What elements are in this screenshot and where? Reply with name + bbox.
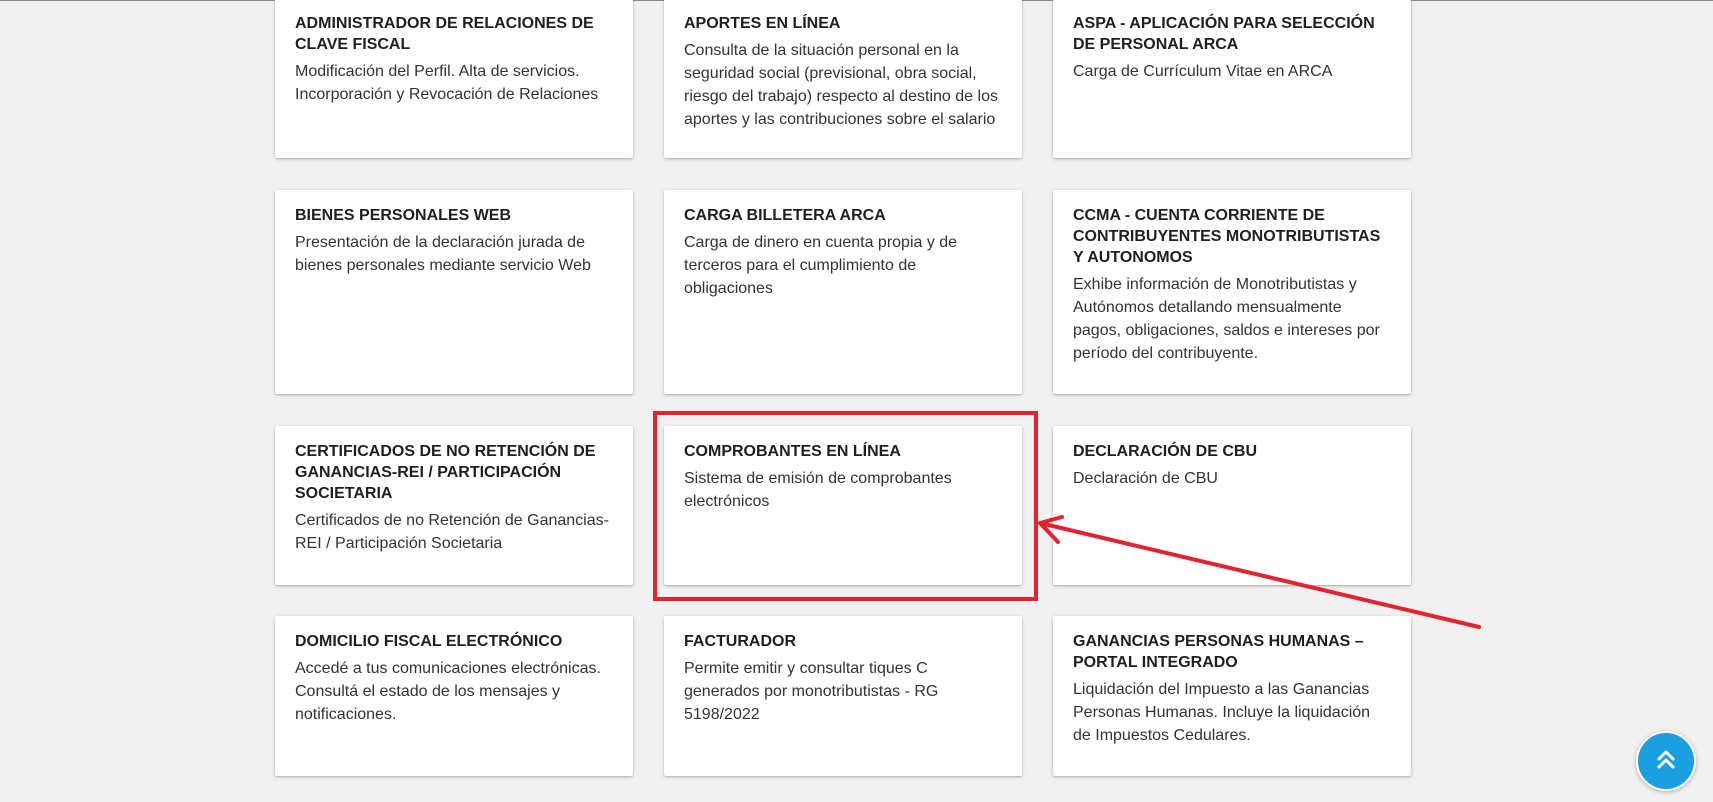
card-title: CERTIFICADOS DE NO RETENCIÓN DE GANANCIA… bbox=[295, 443, 596, 502]
card-aportes-en-linea[interactable]: APORTES EN LÍNEA Consulta de la situació… bbox=[664, 0, 1022, 158]
card-comprobantes-en-linea[interactable]: COMPROBANTES EN LÍNEA Sistema de emisión… bbox=[664, 426, 1022, 585]
card-description: Consulta de la situación personal en la … bbox=[684, 42, 998, 128]
card-administrador-relaciones[interactable]: ADMINISTRADOR DE RELACIONES DE CLAVE FIS… bbox=[275, 0, 633, 158]
card-description: Accedé a tus comunicaciones electrónicas… bbox=[295, 660, 601, 723]
card-title: FACTURADOR bbox=[684, 633, 796, 650]
card-domicilio-fiscal-electronico[interactable]: DOMICILIO FISCAL ELECTRÓNICO Accedé a tu… bbox=[275, 616, 633, 776]
card-description: Declaración de CBU bbox=[1073, 470, 1218, 487]
card-description: Presentación de la declaración jurada de… bbox=[295, 234, 591, 274]
card-bienes-personales-web[interactable]: BIENES PERSONALES WEB Presentación de la… bbox=[275, 190, 633, 394]
card-description: Carga de dinero en cuenta propia y de te… bbox=[684, 234, 958, 297]
card-title: ADMINISTRADOR DE RELACIONES DE CLAVE FIS… bbox=[295, 15, 594, 53]
card-description: Modificación del Perfil. Alta de servici… bbox=[295, 63, 599, 103]
card-declaracion-cbu[interactable]: DECLARACIÓN DE CBU Declaración de CBU bbox=[1053, 426, 1411, 585]
scroll-to-top-button[interactable] bbox=[1636, 731, 1696, 791]
card-title: COMPROBANTES EN LÍNEA bbox=[684, 443, 901, 460]
card-certificados-no-retencion[interactable]: CERTIFICADOS DE NO RETENCIÓN DE GANANCIA… bbox=[275, 426, 633, 585]
services-grid: ADMINISTRADOR DE RELACIONES DE CLAVE FIS… bbox=[0, 0, 1713, 802]
card-title: ASPA - APLICACIÓN PARA SELECCIÓN DE PERS… bbox=[1073, 15, 1375, 53]
card-aspa[interactable]: ASPA - APLICACIÓN PARA SELECCIÓN DE PERS… bbox=[1053, 0, 1411, 158]
card-description: Liquidación del Impuesto a las Ganancias… bbox=[1073, 681, 1371, 744]
card-title: CCMA - CUENTA CORRIENTE DE CONTRIBUYENTE… bbox=[1073, 207, 1381, 266]
card-title: DOMICILIO FISCAL ELECTRÓNICO bbox=[295, 633, 563, 650]
card-ccma[interactable]: CCMA - CUENTA CORRIENTE DE CONTRIBUYENTE… bbox=[1053, 190, 1411, 394]
card-description: Permite emitir y consultar tiques C gene… bbox=[684, 660, 939, 723]
card-title: BIENES PERSONALES WEB bbox=[295, 207, 512, 224]
card-carga-billetera-arca[interactable]: CARGA BILLETERA ARCA Carga de dinero en … bbox=[664, 190, 1022, 394]
card-description: Sistema de emisión de comprobantes elect… bbox=[684, 470, 952, 510]
card-facturador[interactable]: FACTURADOR Permite emitir y consultar ti… bbox=[664, 616, 1022, 776]
card-title: CARGA BILLETERA ARCA bbox=[684, 207, 886, 224]
card-title: APORTES EN LÍNEA bbox=[684, 15, 841, 32]
card-title: DECLARACIÓN DE CBU bbox=[1073, 443, 1257, 460]
double-chevron-up-icon bbox=[1654, 747, 1678, 776]
card-title: GANANCIAS PERSONAS HUMANAS – PORTAL INTE… bbox=[1073, 633, 1364, 671]
card-description: Certificados de no Retención de Ganancia… bbox=[295, 512, 609, 552]
card-ganancias-personas-humanas[interactable]: GANANCIAS PERSONAS HUMANAS – PORTAL INTE… bbox=[1053, 616, 1411, 776]
card-description: Exhibe información de Monotributistas y … bbox=[1073, 276, 1380, 362]
card-description: Carga de Currículum Vitae en ARCA bbox=[1073, 63, 1333, 80]
